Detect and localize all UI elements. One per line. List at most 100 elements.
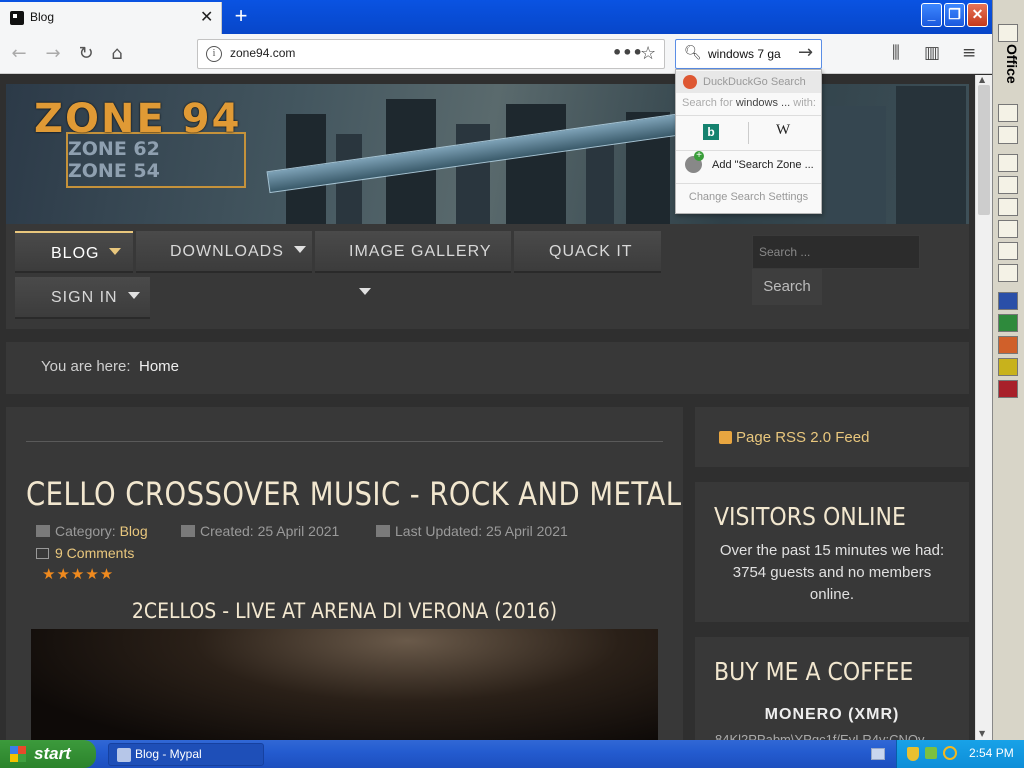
dropdown-caret-icon: [359, 288, 371, 295]
video-title: 2CELLOS - LIVE AT ARENA DI VERONA (2016): [131, 599, 558, 623]
article-title[interactable]: CELLO CROSSOVER MUSIC - ROCK AND METAL: [26, 475, 681, 513]
site-search-button[interactable]: Search: [752, 269, 822, 305]
search-bar[interactable]: 🔍︎ windows 7 ga →: [675, 39, 822, 69]
back-arrow-icon[interactable]: ←: [8, 43, 30, 65]
rss-panel: Page RSS 2.0 Feed: [695, 407, 969, 467]
search-engine-name: DuckDuckGo Search: [703, 76, 806, 88]
scrollbar-thumb[interactable]: [978, 85, 990, 215]
library-icon[interactable]: ⫼: [892, 43, 900, 63]
close-tab-icon[interactable]: ✕: [200, 7, 213, 27]
search-for-prefix: Search for: [682, 97, 736, 109]
site-menu: BLOG DOWNLOADS IMAGE GALLERY QUACK IT SI…: [6, 224, 969, 329]
scroll-down-icon[interactable]: ▼: [979, 729, 985, 738]
dropdown-caret-icon: [293, 246, 306, 253]
menu-quack-it[interactable]: QUACK IT: [514, 231, 661, 273]
coffee-panel: BUY ME A COFFEE MONERO (XMR) 84Kl2PPabm\…: [695, 637, 969, 740]
menu-blog-label: BLOG: [51, 245, 100, 262]
system-tray: 2:54 PM: [896, 740, 1024, 768]
site-info-icon[interactable]: i: [206, 46, 222, 62]
comments-link[interactable]: 9 Comments: [36, 545, 134, 561]
appointment-icon[interactable]: [998, 176, 1018, 194]
menu-hamburger-icon[interactable]: ≡: [962, 43, 976, 63]
publisher-icon[interactable]: [998, 358, 1018, 376]
address-bar[interactable]: i zone94.com ••• ☆: [197, 39, 665, 69]
powerpoint-icon[interactable]: [998, 336, 1018, 354]
keyboard-layout-icon[interactable]: [871, 748, 885, 760]
excel-icon[interactable]: [998, 314, 1018, 332]
security-shield-icon[interactable]: [907, 747, 919, 761]
access-icon[interactable]: [998, 380, 1018, 398]
note-icon[interactable]: [998, 264, 1018, 282]
video-player[interactable]: [31, 629, 658, 740]
windows-flag-icon: [10, 746, 26, 762]
new-message-icon[interactable]: [998, 154, 1018, 172]
article-category: Category: Blog: [36, 523, 148, 539]
bing-icon[interactable]: b: [703, 124, 719, 140]
search-icon[interactable]: 🔍︎: [684, 45, 702, 61]
tab-blog[interactable]: Blog ✕: [0, 2, 222, 34]
wikipedia-icon[interactable]: W: [776, 122, 790, 139]
new-office-document-icon[interactable]: [998, 104, 1018, 122]
dropdown-caret-icon: [127, 292, 140, 299]
open-office-document-icon[interactable]: [998, 126, 1018, 144]
article: CELLO CROSSOVER MUSIC - ROCK AND METAL C…: [6, 407, 683, 740]
tab-strip: Blog ✕ + _ ❐ ✕: [0, 0, 992, 34]
rss-feed-link[interactable]: Page RSS 2.0 Feed: [736, 429, 869, 446]
page-content: ZONE 94 ZONE 62 ZONE 54 BLOG DOWNLOADS I…: [0, 75, 975, 740]
menu-image-gallery[interactable]: IMAGE GALLERY: [315, 231, 511, 295]
menu-sign-in[interactable]: SIGN IN: [15, 277, 150, 319]
new-tab-button[interactable]: +: [230, 2, 252, 30]
office-folder-icon[interactable]: [998, 24, 1018, 42]
add-engine-icon: [685, 151, 704, 173]
scroll-up-icon[interactable]: ▲: [979, 75, 985, 84]
go-arrow-icon[interactable]: →: [798, 42, 813, 63]
page-actions-icon[interactable]: •••: [612, 43, 643, 62]
add-search-engine-item[interactable]: Add "Search Zone ...: [712, 159, 814, 171]
coffee-title: BUY ME A COFFEE: [714, 657, 914, 686]
site-logo[interactable]: ZONE 94: [34, 96, 241, 142]
breadcrumb-home-link[interactable]: Home: [139, 358, 179, 375]
clock[interactable]: 2:54 PM: [969, 746, 1014, 760]
minimize-button[interactable]: _: [921, 3, 942, 27]
menu-quack-it-label: QUACK IT: [549, 243, 633, 260]
taskbar-item-browser[interactable]: Blog - Mypal: [108, 743, 264, 766]
restore-button[interactable]: ❐: [944, 3, 965, 27]
rating-stars[interactable]: ★★★★★: [42, 565, 114, 583]
breadcrumb: You are here: Home: [6, 342, 969, 394]
search-engine-row[interactable]: DuckDuckGo Search: [676, 71, 821, 93]
calendar-icon: [181, 525, 195, 537]
menu-downloads[interactable]: DOWNLOADS: [136, 231, 312, 273]
task-icon[interactable]: [998, 198, 1018, 216]
article-created: Created: 25 April 2021: [181, 523, 339, 539]
tab-title: Blog: [30, 10, 55, 24]
created-date: Created: 25 April 2021: [200, 523, 340, 539]
reload-icon[interactable]: ↻: [75, 43, 97, 65]
close-window-button[interactable]: ✕: [967, 3, 988, 27]
change-search-settings-button[interactable]: Change Search Settings: [676, 191, 821, 203]
network-icon[interactable]: [925, 747, 937, 759]
home-icon[interactable]: ⌂: [106, 43, 128, 65]
comment-icon: [36, 548, 49, 559]
search-tray-icon[interactable]: [943, 746, 957, 760]
office-bar-label: Office: [1004, 44, 1020, 84]
site-favicon-icon: [10, 11, 24, 25]
coffee-address: 84Kl2PPabm\YPqc1f/EvLR4v:CNQv: [715, 732, 925, 740]
contact-icon[interactable]: [998, 220, 1018, 238]
start-button[interactable]: start: [0, 740, 96, 768]
forward-arrow-icon[interactable]: →: [42, 43, 64, 65]
site-search-input[interactable]: Search ...: [752, 235, 920, 269]
vertical-scrollbar[interactable]: ▲ ▼: [975, 75, 992, 740]
journal-icon[interactable]: [998, 242, 1018, 260]
taskbar: start Blog - Mypal 2:54 PM: [0, 740, 1024, 768]
menu-downloads-label: DOWNLOADS: [170, 243, 284, 260]
visitors-title: VISITORS ONLINE: [714, 502, 906, 531]
category-link[interactable]: Blog: [120, 523, 148, 539]
search-for-suffix: with:: [790, 97, 816, 109]
coffee-currency: MONERO (XMR): [764, 706, 900, 723]
folder-icon: [36, 525, 50, 537]
word-icon[interactable]: [998, 292, 1018, 310]
menu-blog[interactable]: BLOG: [15, 231, 133, 273]
article-updated: Last Updated: 25 April 2021: [376, 523, 568, 539]
bookmark-star-icon[interactable]: ☆: [640, 43, 656, 64]
sidebar-icon[interactable]: ▥: [924, 43, 940, 63]
